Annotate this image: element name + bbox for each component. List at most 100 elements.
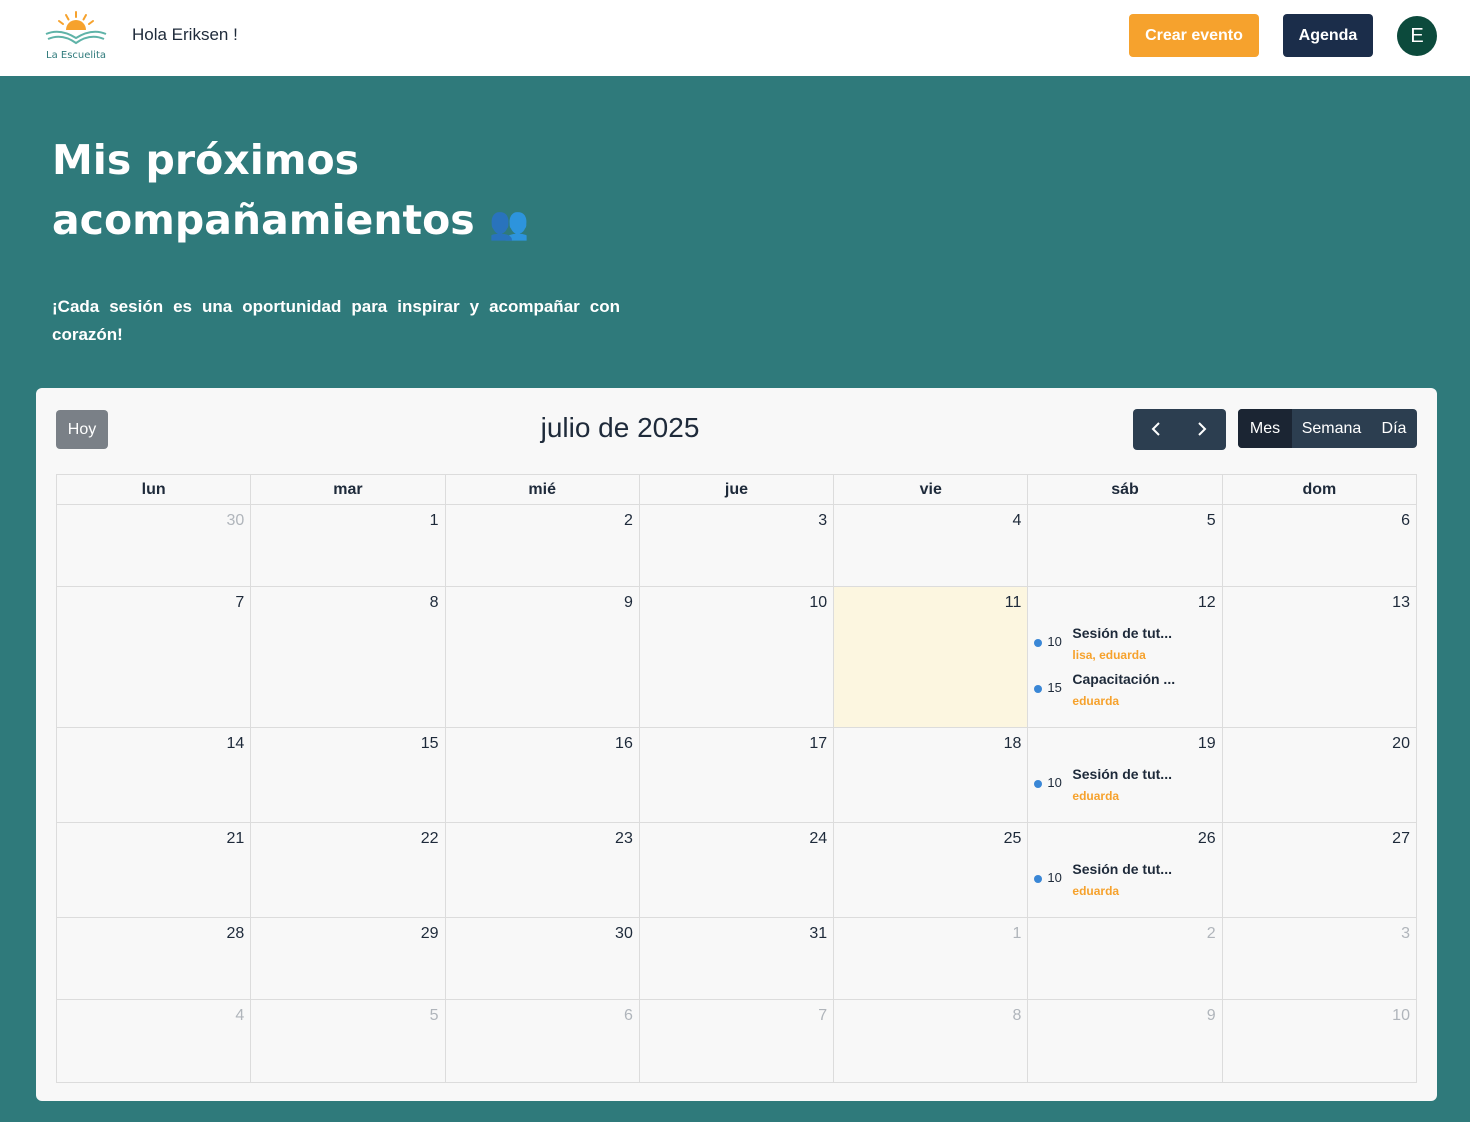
view-month-button[interactable]: Mes <box>1238 409 1292 448</box>
day-cell[interactable]: 9 <box>446 587 640 727</box>
day-number[interactable]: 21 <box>226 830 244 848</box>
day-cell[interactable]: 3 <box>1223 918 1416 999</box>
day-cell[interactable]: 22 <box>251 823 446 917</box>
day-number[interactable]: 8 <box>1013 1007 1022 1025</box>
day-number[interactable]: 17 <box>809 735 827 753</box>
day-number[interactable]: 2 <box>624 512 633 530</box>
day-cell[interactable]: 29 <box>251 918 446 999</box>
day-number[interactable]: 30 <box>226 512 244 530</box>
day-cell[interactable]: 30 <box>446 918 640 999</box>
day-number[interactable]: 19 <box>1198 735 1216 753</box>
day-number[interactable]: 14 <box>226 735 244 753</box>
calendar-event[interactable]: 15 Capacitación ... eduarda <box>1034 671 1219 715</box>
day-number[interactable]: 4 <box>235 1007 244 1025</box>
day-number[interactable]: 3 <box>1401 925 1410 943</box>
day-number[interactable]: 28 <box>226 925 244 943</box>
day-cell[interactable]: 15 <box>251 728 446 822</box>
day-number[interactable]: 2 <box>1207 925 1216 943</box>
day-number[interactable]: 9 <box>1207 1007 1216 1025</box>
day-number[interactable]: 26 <box>1198 830 1216 848</box>
day-number[interactable]: 9 <box>624 594 633 612</box>
day-number[interactable]: 16 <box>615 735 633 753</box>
day-cell[interactable]: 27 <box>1223 823 1416 917</box>
day-number[interactable]: 29 <box>421 925 439 943</box>
week-row: 28 29 30 31 1 2 3 <box>57 918 1416 1000</box>
day-number[interactable]: 5 <box>1207 512 1216 530</box>
day-number[interactable]: 20 <box>1392 735 1410 753</box>
day-cell[interactable]: 18 <box>834 728 1029 822</box>
day-number[interactable]: 18 <box>1004 735 1022 753</box>
day-cell[interactable]: 31 <box>640 918 835 999</box>
day-cell[interactable]: 2 <box>446 505 640 586</box>
day-cell[interactable]: 1 <box>251 505 446 586</box>
day-cell[interactable]: 4 <box>57 1000 252 1082</box>
day-number[interactable]: 1 <box>430 512 439 530</box>
create-event-button[interactable]: Crear evento <box>1129 14 1259 57</box>
day-cell[interactable]: 16 <box>446 728 640 822</box>
day-number[interactable]: 6 <box>624 1007 633 1025</box>
day-cell[interactable]: 7 <box>640 1000 835 1082</box>
day-cell[interactable]: 7 <box>57 587 252 727</box>
day-cell[interactable]: 28 <box>57 918 252 999</box>
day-cell[interactable]: 21 <box>57 823 252 917</box>
day-number[interactable]: 30 <box>615 925 633 943</box>
day-cell[interactable]: 1 <box>834 918 1029 999</box>
day-cell[interactable]: 5 <box>1028 505 1223 586</box>
user-avatar[interactable]: E <box>1397 16 1437 56</box>
day-cell[interactable]: 23 <box>446 823 640 917</box>
day-cell[interactable]: 20 <box>1223 728 1416 822</box>
day-cell[interactable]: 9 <box>1028 1000 1223 1082</box>
day-number[interactable]: 1 <box>1013 925 1022 943</box>
day-number[interactable]: 12 <box>1198 594 1216 612</box>
day-number[interactable]: 25 <box>1004 830 1022 848</box>
day-number[interactable]: 8 <box>430 594 439 612</box>
view-day-button[interactable]: Día <box>1371 409 1417 448</box>
day-cell[interactable]: 10 <box>640 587 835 727</box>
logo[interactable]: La Escuelita <box>40 8 112 64</box>
calendar-event[interactable]: 10 Sesión de tut... lisa, eduarda <box>1034 625 1219 669</box>
day-number[interactable]: 5 <box>430 1007 439 1025</box>
day-cell-today[interactable]: 11 <box>834 587 1029 727</box>
day-cell[interactable]: 2 <box>1028 918 1223 999</box>
day-number[interactable]: 23 <box>615 830 633 848</box>
day-cell[interactable]: 10 <box>1223 1000 1416 1082</box>
day-cell[interactable]: 19 10 Sesión de tut... eduarda <box>1028 728 1223 822</box>
day-cell[interactable]: 12 10 Sesión de tut... lisa, eduarda 15 Capac… <box>1028 587 1223 727</box>
day-cell[interactable]: 24 <box>640 823 835 917</box>
day-cell[interactable]: 25 <box>834 823 1029 917</box>
day-number[interactable]: 27 <box>1392 830 1410 848</box>
day-cell[interactable]: 26 10 Sesión de tut... eduarda <box>1028 823 1223 917</box>
weekday-header: vie <box>834 475 1029 504</box>
day-cell[interactable]: 5 <box>251 1000 446 1082</box>
next-month-button[interactable] <box>1179 409 1225 450</box>
day-number[interactable]: 15 <box>421 735 439 753</box>
view-week-button[interactable]: Semana <box>1292 409 1371 448</box>
day-cell[interactable]: 17 <box>640 728 835 822</box>
day-cell[interactable]: 6 <box>446 1000 640 1082</box>
today-button[interactable]: Hoy <box>56 410 108 449</box>
prev-month-button[interactable] <box>1133 409 1179 450</box>
day-number[interactable]: 6 <box>1401 512 1410 530</box>
day-number[interactable]: 3 <box>818 512 827 530</box>
day-number[interactable]: 22 <box>421 830 439 848</box>
agenda-button[interactable]: Agenda <box>1283 14 1373 57</box>
day-number[interactable]: 31 <box>809 925 827 943</box>
day-number[interactable]: 4 <box>1013 512 1022 530</box>
day-number[interactable]: 11 <box>1005 594 1022 612</box>
day-cell[interactable]: 4 <box>834 505 1029 586</box>
calendar-event[interactable]: 10 Sesión de tut... eduarda <box>1034 861 1219 905</box>
day-cell[interactable]: 6 <box>1223 505 1416 586</box>
day-number[interactable]: 10 <box>1392 1007 1410 1025</box>
day-cell[interactable]: 8 <box>834 1000 1029 1082</box>
day-cell[interactable]: 3 <box>640 505 835 586</box>
day-number[interactable]: 10 <box>809 594 827 612</box>
day-number[interactable]: 24 <box>809 830 827 848</box>
day-number[interactable]: 7 <box>235 594 244 612</box>
day-cell[interactable]: 8 <box>251 587 446 727</box>
day-cell[interactable]: 13 <box>1223 587 1416 727</box>
day-number[interactable]: 7 <box>818 1007 827 1025</box>
day-cell[interactable]: 30 <box>57 505 252 586</box>
day-cell[interactable]: 14 <box>57 728 252 822</box>
calendar-event[interactable]: 10 Sesión de tut... eduarda <box>1034 766 1219 810</box>
day-number[interactable]: 13 <box>1392 594 1410 612</box>
